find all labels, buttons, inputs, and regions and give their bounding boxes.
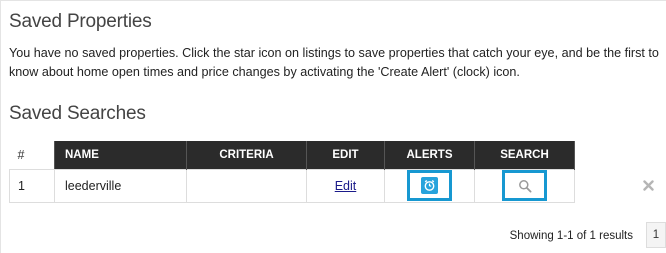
- results-summary: Showing 1-1 of 1 results: [509, 230, 633, 242]
- table-header-row: # NAME CRITERIA EDIT ALERTS SEARCH: [9, 141, 666, 170]
- row-search-cell: [474, 168, 575, 203]
- saved-properties-title: Saved Properties: [9, 11, 152, 32]
- row-name: leederville: [54, 168, 187, 203]
- column-header-search: SEARCH: [474, 141, 575, 169]
- column-header-num: #: [9, 141, 55, 170]
- pagination-page-1[interactable]: 1: [646, 222, 666, 248]
- table-row: 1 leederville Edit: [9, 168, 666, 203]
- saved-searches-table: # NAME CRITERIA EDIT ALERTS SEARCH 1 lee…: [9, 141, 666, 203]
- alarm-clock-icon: [421, 177, 438, 194]
- row-delete-cell: [575, 169, 666, 202]
- column-header-name: NAME: [54, 141, 187, 169]
- column-header-blank: [574, 141, 666, 169]
- run-search-button[interactable]: [502, 170, 547, 201]
- row-alerts-cell: [384, 168, 475, 203]
- edit-link[interactable]: Edit: [335, 179, 357, 193]
- create-alert-button[interactable]: [407, 170, 452, 201]
- magnifier-icon: [516, 177, 533, 194]
- row-edit-cell: Edit: [306, 168, 385, 203]
- column-header-criteria: CRITERIA: [186, 141, 307, 169]
- page-frame: [0, 0, 666, 253]
- row-criteria: [186, 168, 307, 203]
- row-number: 1: [9, 168, 55, 203]
- column-header-alerts: ALERTS: [384, 141, 475, 169]
- saved-properties-message: You have no saved properties. Click the …: [9, 46, 659, 79]
- saved-searches-title: Saved Searches: [9, 103, 146, 124]
- delete-search-button[interactable]: [640, 177, 658, 195]
- column-header-edit: EDIT: [306, 141, 385, 169]
- close-icon: [643, 180, 654, 191]
